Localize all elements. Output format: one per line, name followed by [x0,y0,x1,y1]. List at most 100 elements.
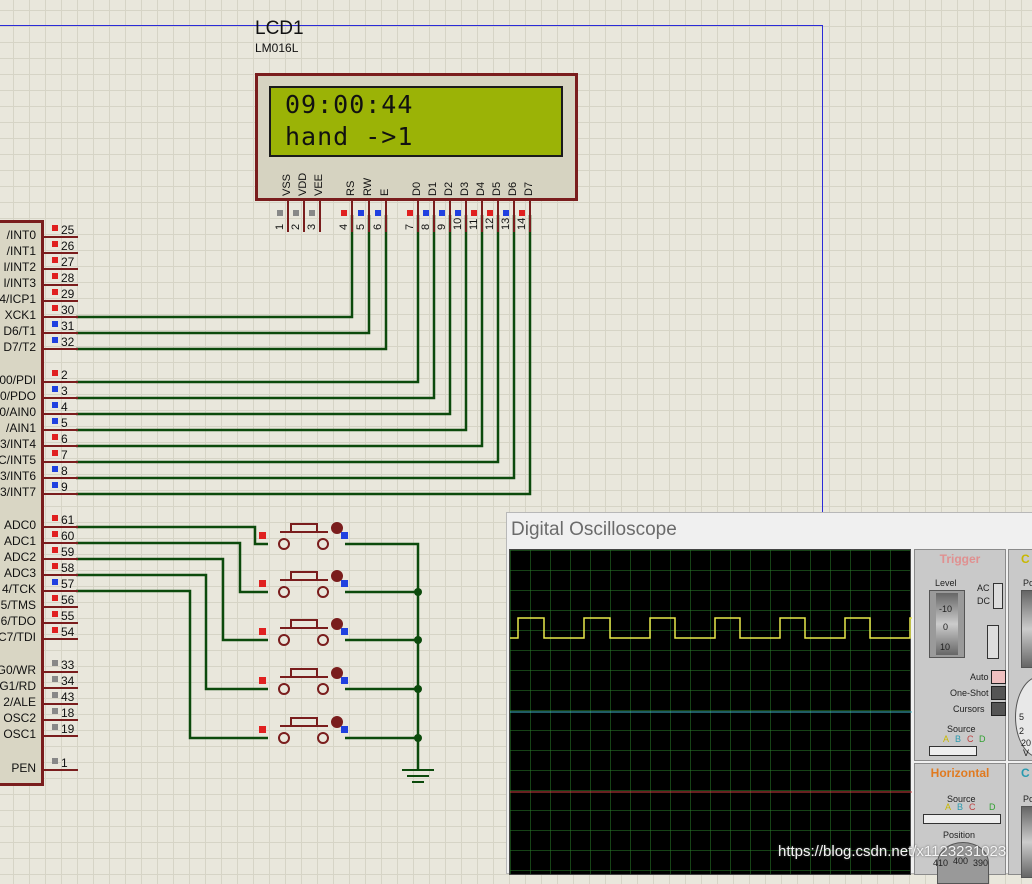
lcd-pin-number: 8 [420,223,432,230]
level-label: Level [935,578,957,588]
mcu-pin-number: 33 [61,658,75,672]
mcu-pin-label: 6/TDO [0,614,36,628]
trace-channel-a [510,617,912,639]
lcd-pin-state-marker [455,210,461,216]
channel-heading-1: C [1021,552,1030,566]
horizontal-source-d[interactable]: D [989,802,996,812]
mcu-pin-label: D6/T1 [3,324,36,338]
push-button[interactable] [259,618,348,646]
lcd-pin-number: 9 [436,223,448,230]
trigger-source-a[interactable]: A [943,734,949,744]
lcd-pin-number: 7 [404,223,416,230]
cursors-button[interactable] [991,702,1006,716]
lcd-pin-state-marker [309,210,315,216]
lcd-pin-number: 4 [338,223,350,230]
oscilloscope-window[interactable]: Digital Oscilloscope Trigger Level -10 0… [506,512,1032,884]
channel-position-knob[interactable] [1021,590,1032,668]
push-button[interactable] [259,667,348,695]
mcu-pin-number: 58 [61,561,75,575]
mcu-pin-state-marker [52,337,58,343]
mcu-pin-label: G0/WR [0,663,36,677]
level-tick-neg: -10 [939,604,953,614]
mcu-pin-state-marker [52,273,58,279]
lcd-pin-number: 11 [468,218,480,230]
mcu-pin-state-marker [52,257,58,263]
mcu-pin-number: 55 [61,609,75,623]
mcu-pin-state-marker [52,692,58,698]
lcd-line-2: hand ->1 [285,122,414,151]
mcu-pin-state-marker [52,418,58,424]
lcd-pin-label: VSS [281,173,293,196]
oscilloscope-screen [509,549,912,875]
mcu-pin-label: OSC1 [3,727,36,741]
mcu-pin-label: /AIN1 [5,421,36,435]
mcu-pin-label: 0/AIN0 [0,405,36,419]
watermark: https://blog.csdn.net/x1123231023 [778,843,1007,860]
mcu-pin-number: 2 [61,368,68,382]
lcd-pin-number: 10 [452,217,464,230]
mcu-pin-state-marker [52,305,58,311]
lcd-pin-label: RS [345,180,357,196]
lcd-pin-number: 14 [516,217,528,230]
mcu-pin-number: 25 [61,223,75,237]
mcu-pin-label: 0/PDO [0,389,36,403]
mcu-pin-state-marker [52,241,58,247]
trigger-source-slider[interactable] [929,746,977,756]
mcu-pin-label: 3/INT7 [0,485,36,499]
lcd-pin-label: VEE [313,173,325,196]
mcu-pin-label: 3/INT4 [0,437,36,451]
push-button[interactable] [259,570,348,598]
mcu-pin-state-marker [52,531,58,537]
trigger-source-label: Source [947,724,976,734]
ac-label: AC [977,583,990,593]
dial-tick-2: 2 [1019,726,1025,736]
auto-button[interactable] [991,670,1006,684]
mcu-pin-label: 2/ALE [3,695,36,709]
mcu-pin-state-marker [52,289,58,295]
trigger-source-d[interactable]: D [979,734,986,744]
mcu-pin-state-marker [52,225,58,231]
mcu-pin-label: 3/INT6 [0,469,36,483]
channel-panel-2: C Po [1008,763,1032,878]
lcd-pin-number: 12 [484,217,496,230]
trigger-source-c[interactable]: C [967,734,974,744]
coupling-switch[interactable] [993,583,1003,609]
lcd-pin-label: D6 [507,181,519,196]
lcd-pin-state-marker [407,210,413,216]
mcu-pin-number: 3 [61,384,68,398]
mcu-pin-label: XCK1 [4,308,36,322]
mcu-pin-state-marker [52,321,58,327]
mcu-pin-number: 30 [61,303,75,317]
mcu-pin-state-marker [52,386,58,392]
mcu-pin-label: C7/TDI [0,630,36,644]
cursors-label: Cursors [953,704,985,714]
mcu-pin-label: I/INT2 [3,260,36,274]
dial-tick-5: 5 [1019,712,1025,722]
horizontal-source-c[interactable]: C [969,802,976,812]
horizontal-source-slider[interactable] [923,814,1001,824]
lcd-pin-number: 13 [500,217,512,230]
lcd-pin-number: 5 [355,223,367,230]
lcd-pin-label: D5 [491,181,503,196]
lcd-pin-number: 2 [290,223,302,230]
mcu-pin-state-marker [52,563,58,569]
lcd-pin-state-marker [293,210,299,216]
horizontal-source-a[interactable]: A [945,802,951,812]
push-button[interactable] [259,522,348,550]
push-button[interactable] [259,716,348,744]
horizontal-source-b[interactable]: B [957,802,963,812]
mcu-pin-state-marker [52,724,58,730]
lcd-ref: LCD1 [255,18,304,39]
mcu-pin-state-marker [52,660,58,666]
mcu-pin-state-marker [52,595,58,601]
channel-2-position-knob[interactable] [1021,806,1032,878]
channel-position-label: Po [1023,578,1032,588]
dial-unit: V [1023,748,1030,758]
lcd-model: LM016L [255,41,299,55]
trigger-source-b[interactable]: B [955,734,961,744]
lcd-pin-label: D7 [523,181,535,196]
oneshot-button[interactable] [991,686,1006,700]
mcu-pin-number: 6 [61,432,68,446]
lcd-pin-state-marker [471,210,477,216]
edge-switch[interactable] [987,625,999,659]
